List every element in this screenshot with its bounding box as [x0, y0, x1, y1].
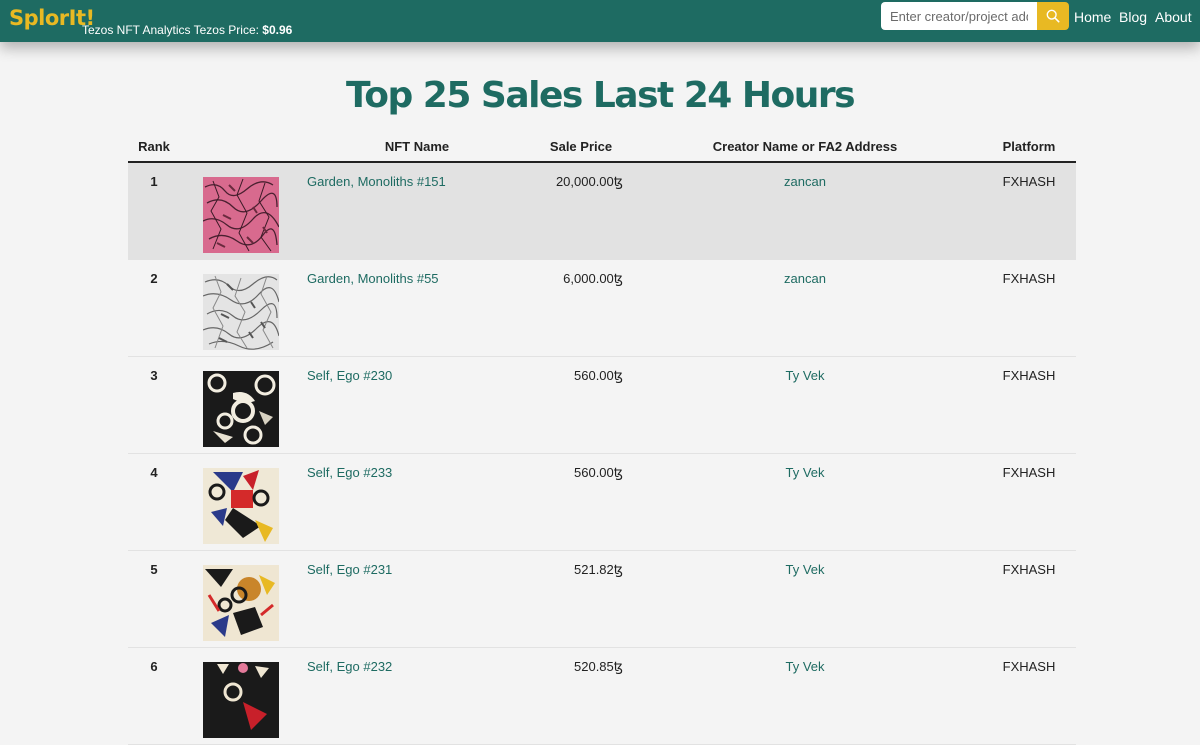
tagline: Tezos NFT Analytics Tezos Price: $0.96 — [82, 23, 292, 37]
nft-thumbnail[interactable] — [203, 274, 279, 350]
nav-home[interactable]: Home — [1074, 9, 1111, 25]
table-row[interactable]: 2 Garden, Monoliths #55 6,000.00ꜩ zancan… — [128, 260, 1076, 357]
sale-price: 560.00ꜩ — [574, 465, 623, 480]
rank-cell: 6 — [150, 659, 158, 674]
sale-price: 560.00ꜩ — [574, 368, 623, 383]
rank-cell: 4 — [150, 465, 158, 480]
table-row[interactable]: 1 Garden, Monoliths #151 20,000.00ꜩ zanc… — [128, 163, 1076, 260]
nav-blog[interactable]: Blog — [1119, 9, 1147, 25]
page-title: Top 25 Sales Last 24 Hours — [345, 75, 856, 116]
platform-cell: FXHASH — [1002, 271, 1056, 286]
platform-cell: FXHASH — [1002, 174, 1056, 189]
search-button[interactable] — [1037, 2, 1069, 30]
table-row[interactable]: 3 Self, Ego #230 560.00ꜩ Ty Vek FXHASH — [128, 357, 1076, 454]
creator-link[interactable]: Ty Vek — [705, 465, 905, 480]
sale-price: 20,000.00ꜩ — [555, 174, 623, 189]
nft-name-link[interactable]: Self, Ego #230 — [307, 368, 392, 383]
table-row[interactable]: 4 Self, Ego #233 560.00ꜩ Ty Vek FXHASH — [128, 454, 1076, 551]
column-platform: Platform — [1002, 139, 1056, 154]
nft-name-link[interactable]: Self, Ego #233 — [307, 465, 392, 480]
sale-price: 521.82ꜩ — [574, 562, 623, 577]
nft-name-link[interactable]: Self, Ego #231 — [307, 562, 392, 577]
column-nft-name: NFT Name — [384, 139, 450, 154]
nft-name-link[interactable]: Garden, Monoliths #55 — [307, 271, 439, 286]
nft-thumbnail[interactable] — [203, 177, 279, 253]
table-row[interactable]: 6 Self, Ego #232 520.85ꜩ Ty Vek FXHASH — [128, 648, 1076, 745]
top-navbar: SplorIt! Tezos NFT Analytics Tezos Price… — [0, 0, 1200, 42]
creator-link[interactable]: Ty Vek — [705, 659, 905, 674]
platform-cell: FXHASH — [1002, 465, 1056, 480]
creator-link[interactable]: zancan — [705, 271, 905, 286]
nft-thumbnail[interactable] — [203, 662, 279, 738]
tezos-price: $0.96 — [262, 23, 293, 37]
rank-cell: 3 — [150, 368, 158, 383]
nft-name-link[interactable]: Self, Ego #232 — [307, 659, 392, 674]
nft-thumbnail[interactable] — [203, 371, 279, 447]
sales-table: Rank NFT Name Sale Price Creator Name or… — [128, 130, 1076, 745]
creator-link[interactable]: Ty Vek — [705, 368, 905, 383]
platform-cell: FXHASH — [1002, 368, 1056, 383]
sale-price: 6,000.00ꜩ — [563, 271, 623, 286]
creator-link[interactable]: zancan — [705, 174, 905, 189]
nft-thumbnail[interactable] — [203, 468, 279, 544]
nft-thumbnail[interactable] — [203, 565, 279, 641]
rank-cell: 2 — [150, 271, 158, 286]
creator-link[interactable]: Ty Vek — [705, 562, 905, 577]
platform-cell: FXHASH — [1002, 562, 1056, 577]
column-rank: Rank — [138, 139, 170, 154]
column-creator: Creator Name or FA2 Address — [712, 139, 898, 154]
search-icon — [1046, 9, 1060, 23]
platform-cell: FXHASH — [1002, 659, 1056, 674]
rank-cell: 5 — [150, 562, 158, 577]
rank-cell: 1 — [150, 174, 158, 189]
sale-price: 520.85ꜩ — [574, 659, 623, 674]
table-row[interactable]: 5 Self, Ego #231 521.82ꜩ Ty Vek FXHASH — [128, 551, 1076, 648]
nft-name-link[interactable]: Garden, Monoliths #151 — [307, 174, 446, 189]
nav-about[interactable]: About — [1155, 9, 1192, 25]
tagline-text: Tezos NFT Analytics Tezos Price: — [82, 23, 263, 37]
column-sale-price: Sale Price — [549, 139, 613, 154]
search-input[interactable] — [881, 2, 1037, 30]
table-header: Rank NFT Name Sale Price Creator Name or… — [128, 130, 1076, 163]
